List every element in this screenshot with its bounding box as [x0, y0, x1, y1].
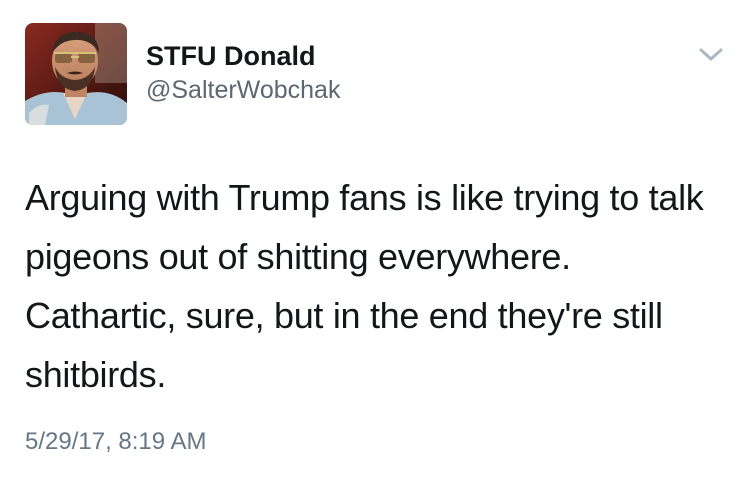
tweet-card: STFU Donald @SalterWobchak Arguing with … — [0, 0, 750, 487]
tweet-text: Arguing with Trump fans is like trying t… — [25, 177, 704, 395]
tweet-timestamp[interactable]: 5/29/17, 8:19 AM — [25, 427, 206, 457]
author-display-name[interactable]: STFU Donald — [146, 40, 316, 72]
chevron-down-icon[interactable] — [697, 45, 725, 65]
avatar-photo — [25, 23, 127, 125]
author-handle[interactable]: @SalterWobchak — [146, 75, 340, 105]
avatar[interactable] — [25, 23, 127, 125]
